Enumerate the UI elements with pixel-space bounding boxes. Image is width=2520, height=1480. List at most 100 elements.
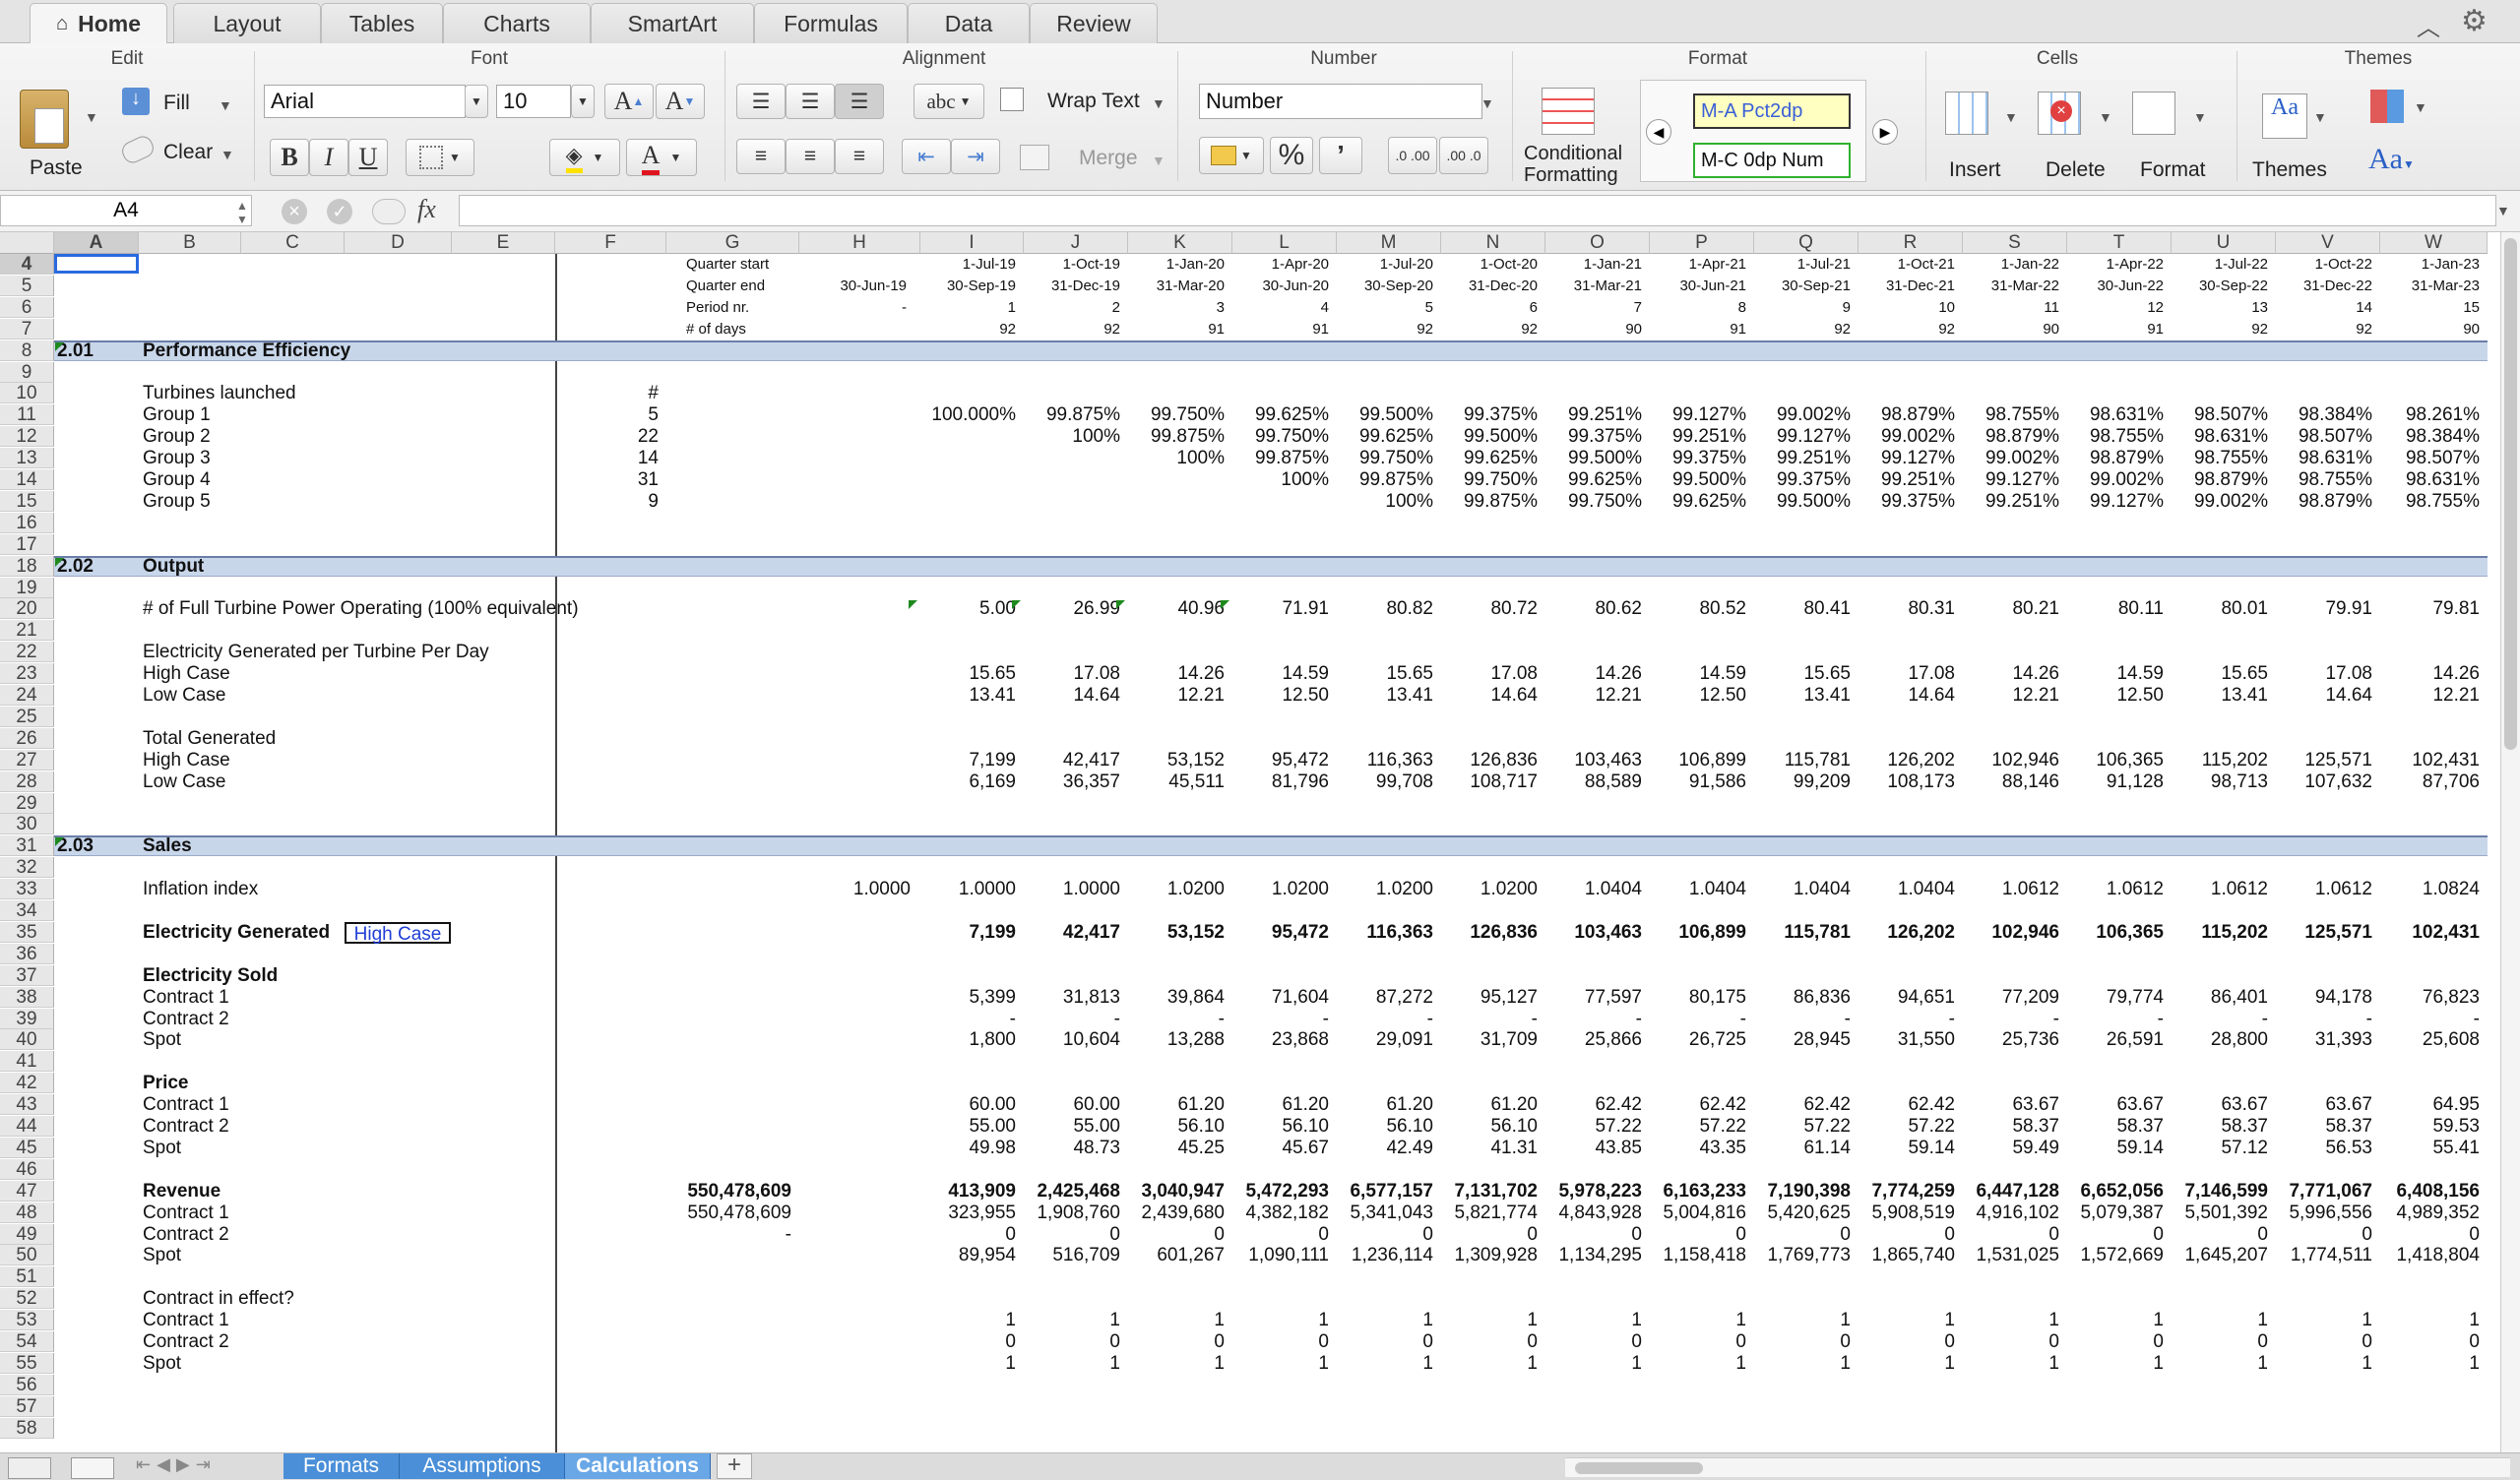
align-top-button[interactable]: ☰ [736, 84, 786, 119]
fill-color-button[interactable]: ◈ ▼ [549, 139, 620, 176]
add-sheet-button[interactable]: + [717, 1453, 752, 1479]
row-header[interactable]: 30 [0, 814, 54, 835]
chevron-down-icon[interactable]: ▼ [2193, 109, 2207, 125]
row-header[interactable]: 35 [0, 921, 54, 943]
row-header[interactable]: 22 [0, 642, 54, 663]
row-header[interactable]: 39 [0, 1008, 54, 1029]
chevron-down-icon[interactable]: ▼ [1480, 95, 1494, 111]
column-header[interactable]: A [54, 232, 139, 254]
horizontal-scroll-thumb[interactable] [1575, 1462, 1703, 1474]
column-header[interactable]: F [555, 232, 666, 254]
format-button[interactable]: Format [2140, 158, 2206, 182]
comma-style-button[interactable]: ’ [1319, 137, 1362, 174]
column-header[interactable]: K [1128, 232, 1232, 254]
row-header[interactable]: 53 [0, 1310, 54, 1331]
tab-smartart[interactable]: SmartArt [591, 3, 754, 43]
confirm-icon[interactable]: ✓ [327, 199, 352, 224]
style-m-c-0dp-num[interactable]: M-C 0dp Num [1693, 143, 1851, 178]
chevron-down-icon[interactable]: ▼ [2099, 109, 2112, 125]
delete-button[interactable]: Delete [2046, 158, 2106, 182]
themes-icon[interactable]: Aa [2262, 93, 2307, 139]
row-header[interactable]: 41 [0, 1051, 54, 1073]
delete-cells-icon[interactable]: × [2038, 92, 2081, 135]
column-header[interactable]: U [2172, 232, 2276, 254]
row-header[interactable]: 21 [0, 620, 54, 642]
active-cell-highlight[interactable] [54, 254, 139, 274]
column-header[interactable]: G [666, 232, 799, 254]
row-header[interactable]: 47 [0, 1180, 54, 1202]
column-header[interactable]: J [1024, 232, 1128, 254]
fill-button[interactable]: Fill [163, 92, 190, 115]
borders-button[interactable]: ▼ [406, 139, 474, 176]
row-header[interactable]: 5 [0, 275, 54, 296]
row-header[interactable]: 20 [0, 598, 54, 620]
row-header[interactable]: 13 [0, 448, 54, 469]
italic-button[interactable]: I [309, 139, 348, 176]
row-header[interactable]: 51 [0, 1266, 54, 1288]
row-header[interactable]: 36 [0, 943, 54, 964]
formula-input[interactable] [459, 195, 2496, 226]
column-header[interactable]: L [1232, 232, 1337, 254]
tab-review[interactable]: Review [1030, 3, 1158, 43]
chevron-down-icon[interactable]: ▼ [220, 147, 234, 162]
row-header[interactable]: 55 [0, 1352, 54, 1374]
row-header[interactable]: 54 [0, 1331, 54, 1352]
sheet-tab-calculations[interactable]: Calculations [565, 1453, 711, 1479]
tab-formulas[interactable]: Formulas [754, 3, 908, 43]
row-header[interactable]: 15 [0, 490, 54, 512]
increase-decimal-button[interactable]: .0 .00 [1388, 137, 1437, 174]
align-center-button[interactable]: ≡ [786, 139, 835, 174]
row-header[interactable]: 58 [0, 1417, 54, 1439]
row-header[interactable]: 32 [0, 857, 54, 879]
align-right-button[interactable]: ≡ [835, 139, 884, 174]
sheet-tab-assumptions[interactable]: Assumptions [400, 1453, 565, 1479]
row-header[interactable]: 9 [0, 361, 54, 383]
horizontal-scrollbar[interactable] [1565, 1457, 2510, 1477]
row-header[interactable]: 6 [0, 296, 54, 318]
row-header[interactable]: 19 [0, 577, 54, 598]
conditional-formatting-label[interactable]: Conditional Formatting [1524, 143, 1622, 186]
row-header[interactable]: 12 [0, 426, 54, 448]
tab-home[interactable]: ⌂ Home [30, 3, 167, 44]
row-header[interactable]: 18 [0, 555, 54, 577]
insert-button[interactable]: Insert [1949, 158, 2001, 182]
increase-font-size-button[interactable]: A ▲ [604, 84, 654, 119]
chevron-down-icon[interactable]: ▼ [219, 97, 232, 113]
orientation-button[interactable]: abc ▼ [914, 84, 984, 119]
themes-button[interactable]: Themes [2252, 158, 2327, 182]
increase-indent-button[interactable]: ⇥ [951, 139, 1000, 174]
row-header[interactable]: 31 [0, 835, 54, 857]
tab-charts[interactable]: Charts [443, 3, 591, 43]
row-header[interactable]: 24 [0, 685, 54, 706]
row-header[interactable]: 23 [0, 663, 54, 685]
column-header[interactable]: M [1337, 232, 1441, 254]
row-header[interactable]: 34 [0, 900, 54, 921]
row-header[interactable]: 33 [0, 879, 54, 900]
row-header[interactable]: 4 [0, 254, 54, 275]
chevron-down-icon[interactable]: ▼ [1152, 95, 1166, 111]
chevron-down-icon[interactable]: ▼ [1152, 153, 1166, 168]
row-header[interactable]: 14 [0, 469, 54, 490]
row-header[interactable]: 56 [0, 1374, 54, 1395]
merge-icon[interactable] [1020, 145, 1049, 170]
tab-layout[interactable]: Layout [173, 3, 321, 43]
row-header[interactable]: 43 [0, 1094, 54, 1116]
column-header[interactable]: E [452, 232, 555, 254]
underline-button[interactable]: U [348, 139, 388, 176]
wrap-text-icon[interactable] [1000, 88, 1024, 111]
align-left-button[interactable]: ≡ [736, 139, 786, 174]
font-size-dropdown[interactable]: ▼ [571, 85, 595, 118]
accounting-format-button[interactable]: ▼ [1199, 137, 1264, 174]
chevron-down-icon[interactable]: ▼ [2004, 109, 2018, 125]
percent-button[interactable]: % [1270, 137, 1313, 174]
row-header[interactable]: 57 [0, 1395, 54, 1417]
column-header[interactable]: W [2380, 232, 2488, 254]
merge-button[interactable]: Merge [1079, 147, 1138, 170]
column-header[interactable]: Q [1754, 232, 1858, 254]
row-header[interactable]: 16 [0, 512, 54, 533]
font-color-button[interactable]: A ▼ [626, 139, 697, 176]
row-header[interactable]: 38 [0, 986, 54, 1008]
font-name-dropdown[interactable]: ▼ [465, 85, 488, 118]
row-header[interactable]: 8 [0, 339, 54, 361]
insert-function-button[interactable]: fx [417, 195, 436, 224]
